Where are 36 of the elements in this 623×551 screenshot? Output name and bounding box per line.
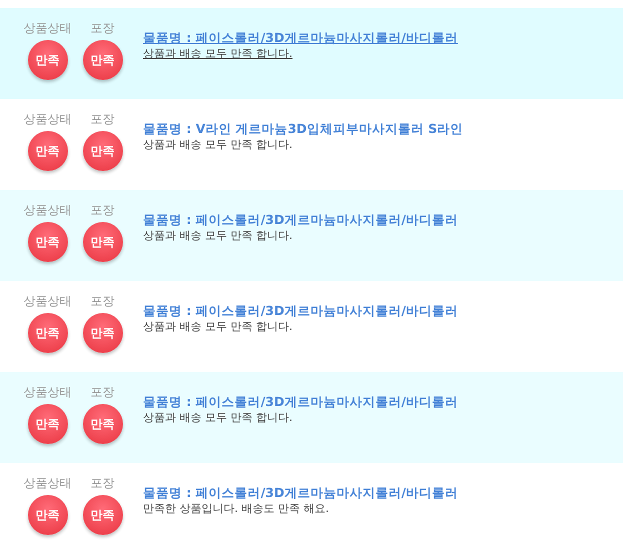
review-comment: 상품과 배송 모두 만족 합니다. xyxy=(143,228,292,243)
rating-badge: 만족 xyxy=(82,495,122,535)
rating-label: 포장 xyxy=(90,293,114,309)
rating-label: 상품상태 xyxy=(24,475,72,491)
rating-badge: 만족 xyxy=(28,313,68,353)
rating-badge: 만족 xyxy=(82,131,122,171)
product-link[interactable]: 물품명 : 페이스롤러/3D게르마늄마사지롤러/바디롤러 xyxy=(143,484,458,501)
review-comment: 상품과 배송 모두 만족 합니다. xyxy=(143,137,292,152)
rating-label: 상품상태 xyxy=(24,293,72,309)
rating-label: 포장 xyxy=(90,384,114,400)
rating-badge: 만족 xyxy=(28,495,68,535)
review-comment: 상품과 배송 모두 만족 합니다. xyxy=(143,410,292,425)
rating-badge: 만족 xyxy=(28,131,68,171)
rating-label: 포장 xyxy=(90,111,114,127)
review-comment: 만족한 상품입니다. 배송도 만족 해요. xyxy=(143,501,329,516)
product-link[interactable]: 물품명 : V라인 게르마늄3D입체피부마사지롤러 S라인 xyxy=(143,120,464,137)
rating-badge: 만족 xyxy=(28,40,68,80)
rating-badge: 만족 xyxy=(28,222,68,262)
rating-badge: 만족 xyxy=(82,313,122,353)
rating-label: 포장 xyxy=(90,20,114,36)
product-link[interactable]: 물품명 : 페이스롤러/3D게르마늄마사지롤러/바디롤러 xyxy=(143,393,458,410)
rating-label: 포장 xyxy=(90,202,114,218)
rating-badge: 만족 xyxy=(82,40,122,80)
rating-badge: 만족 xyxy=(28,404,68,444)
product-link[interactable]: 물품명 : 페이스롤러/3D게르마늄마사지롤러/바디롤러 xyxy=(143,302,458,319)
review-comment: 상품과 배송 모두 만족 합니다. xyxy=(143,46,292,61)
product-link[interactable]: 물품명 : 페이스롤러/3D게르마늄마사지롤러/바디롤러 xyxy=(143,211,458,228)
rating-label: 상품상태 xyxy=(24,202,72,218)
rating-badge: 만족 xyxy=(82,222,122,262)
rating-label: 상품상태 xyxy=(24,20,72,36)
product-link[interactable]: 물품명 : 페이스롤러/3D게르마늄마사지롤러/바디롤러 xyxy=(143,29,458,46)
review-comment: 상품과 배송 모두 만족 합니다. xyxy=(143,319,292,334)
rating-label: 상품상태 xyxy=(24,384,72,400)
rating-label: 상품상태 xyxy=(24,111,72,127)
rating-badge: 만족 xyxy=(82,404,122,444)
rating-label: 포장 xyxy=(90,475,114,491)
